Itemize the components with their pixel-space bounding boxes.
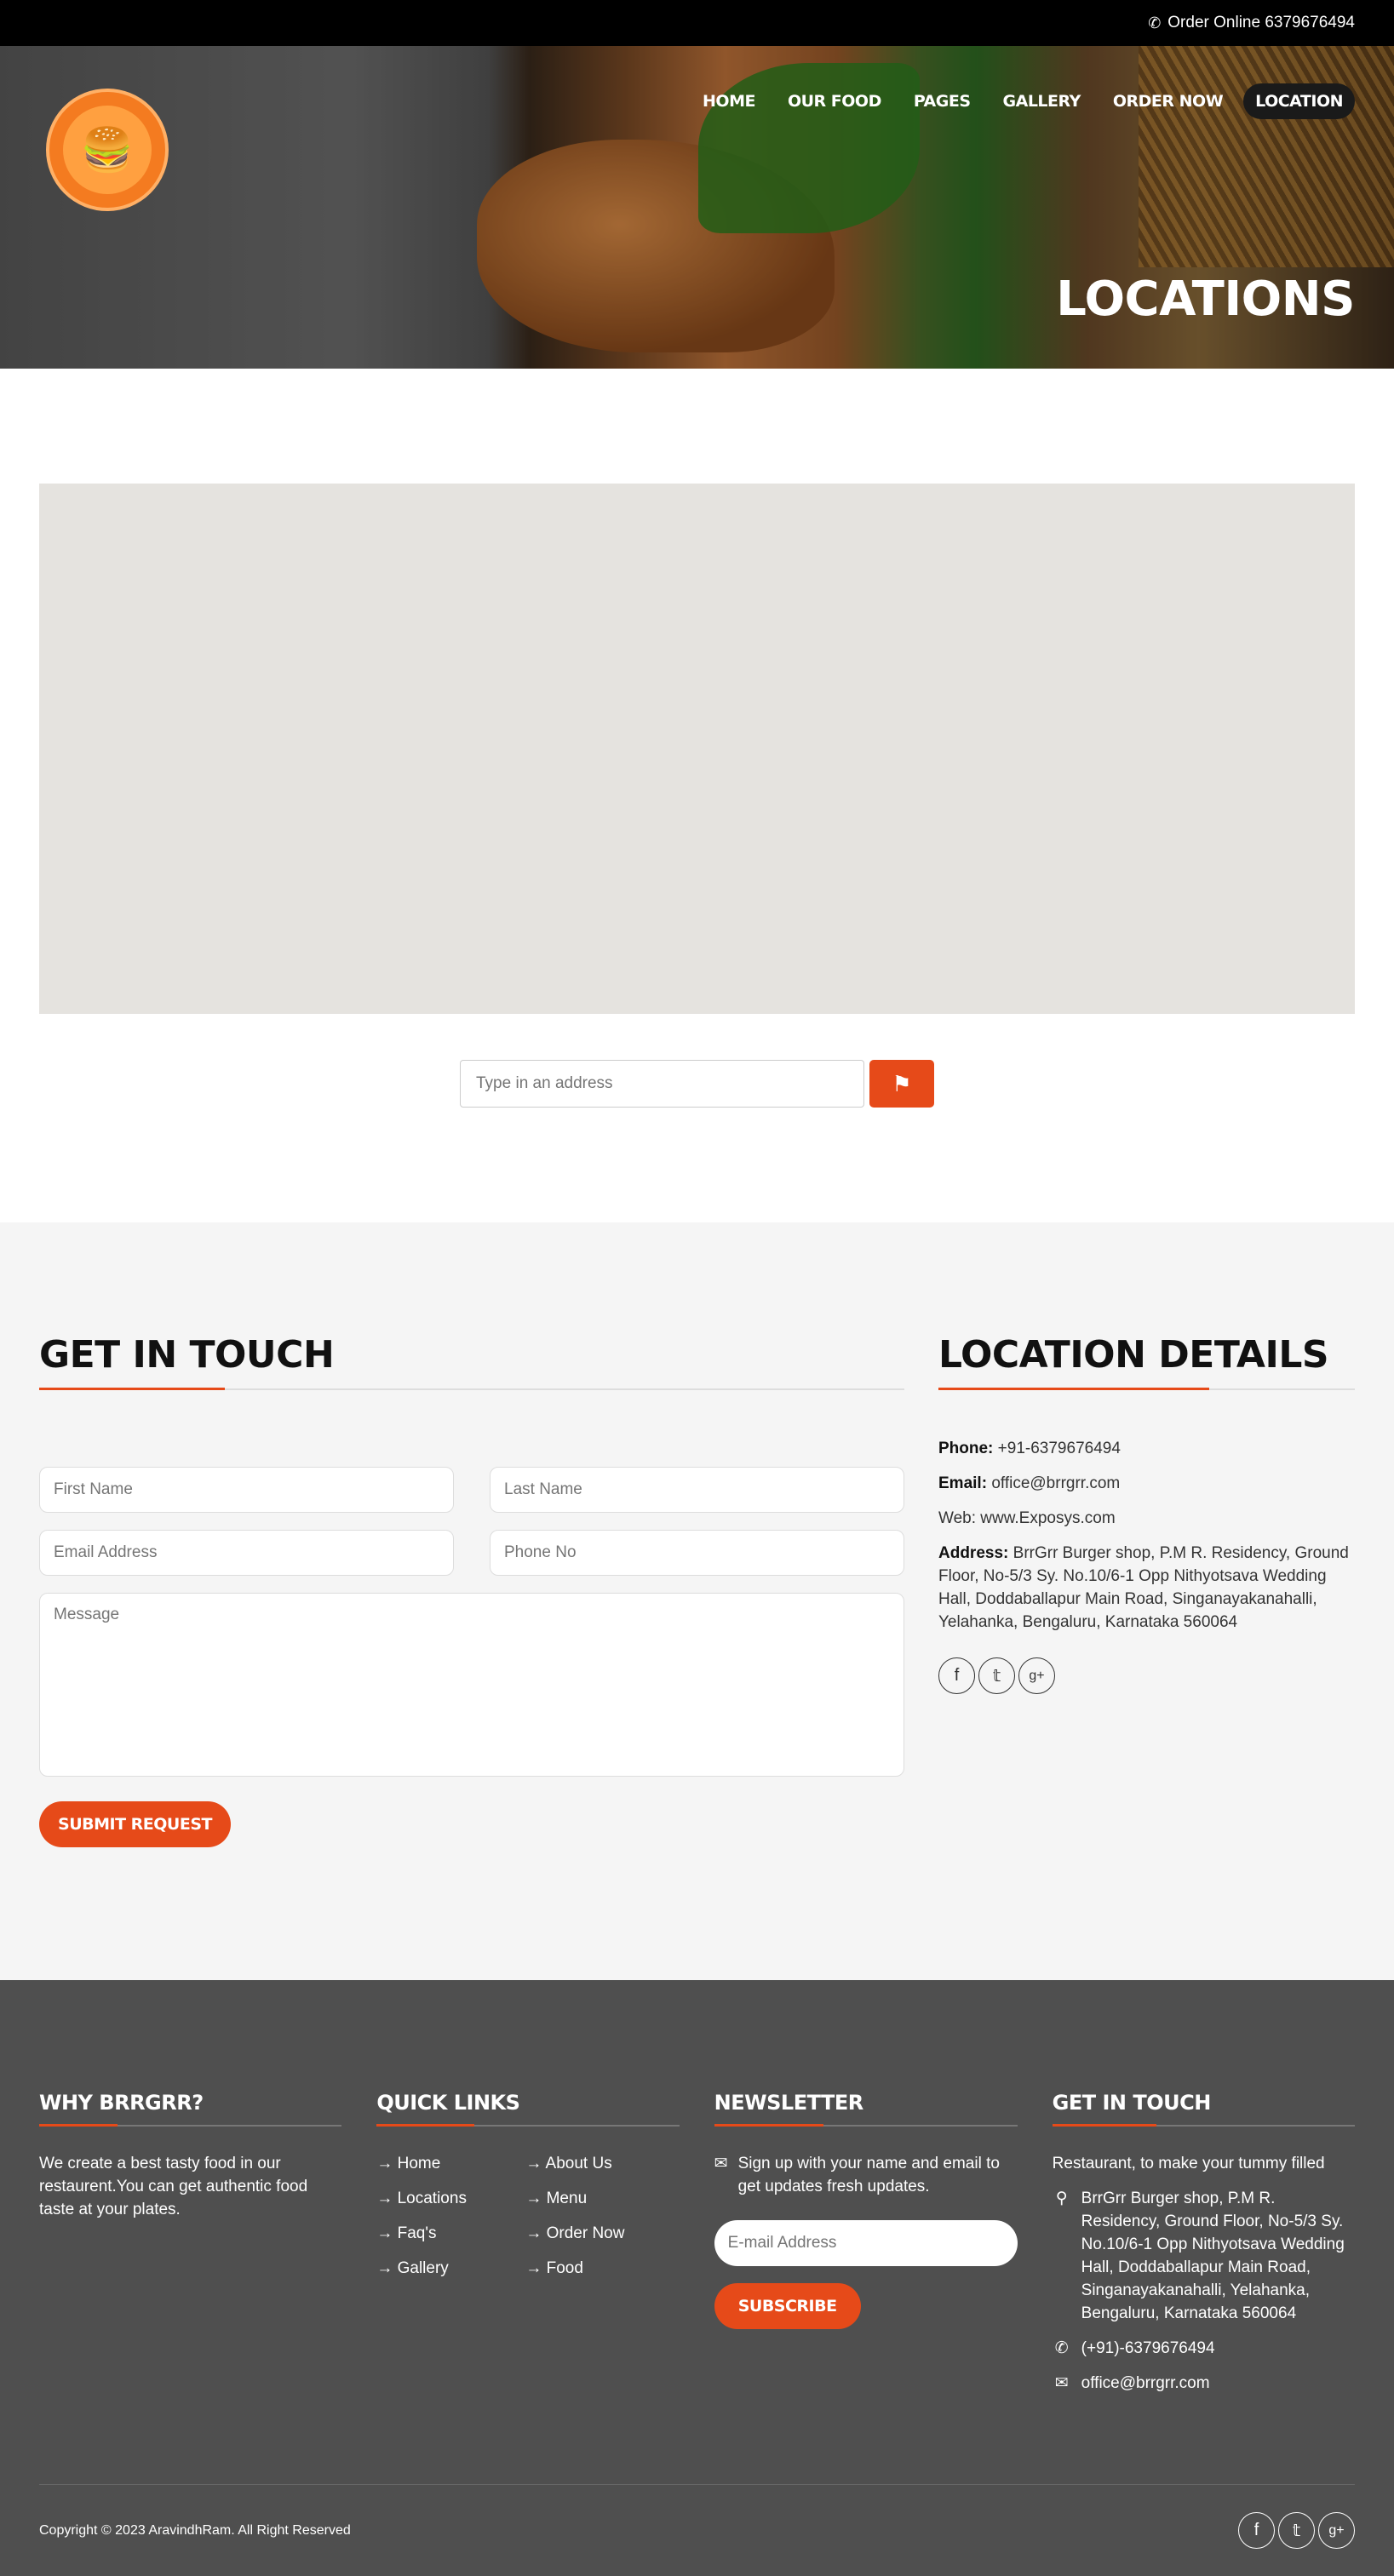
quick-link-home[interactable]: → Home <box>376 2152 525 2175</box>
location-details-column: LOCATION DETAILS Phone: +91-6379676494 E… <box>938 1333 1355 1980</box>
map-canvas[interactable] <box>39 484 1355 1014</box>
site-footer: WHY BRRGRR? We create a best tasty food … <box>0 1980 1394 2576</box>
location-details-title: LOCATION DETAILS <box>938 1333 1329 1377</box>
contact-section: GET IN TOUCH SUBMIT REQUEST LOCATION DET… <box>0 1222 1394 1980</box>
map-section: ⚑ <box>0 369 1394 1108</box>
footer-address-row: ⚲ BrrGrr Burger shop, P.M R. Residency, … <box>1053 2187 1355 2325</box>
top-bar: ✆ Order Online 6379676494 <box>0 0 1394 46</box>
phone-label: Phone: <box>938 1440 994 1457</box>
heading-underline <box>376 2124 475 2127</box>
quick-link-order-now[interactable]: → Order Now <box>525 2222 674 2245</box>
order-online-text[interactable]: Order Online 6379676494 <box>1167 14 1355 32</box>
newsletter-heading: NEWSLETTER <box>714 2091 1018 2127</box>
footer-socials: f 𝕥 g+ <box>1238 2512 1355 2549</box>
detail-web: Web: www.Exposys.com <box>938 1509 1116 1527</box>
google-plus-icon[interactable]: g+ <box>1318 2512 1355 2549</box>
twitter-icon[interactable]: 𝕥 <box>978 1657 1015 1694</box>
email-label: Email: <box>938 1474 988 1492</box>
footer-bottom-bar: Copyright © 2023 AravindhRam. All Right … <box>39 2484 1355 2576</box>
envelope-icon: ✉ <box>1054 2374 1069 2392</box>
quick-link-food[interactable]: → Food <box>525 2257 674 2280</box>
address-label: Address: <box>938 1544 1009 1562</box>
detail-address: Address: BrrGrr Burger shop, P.M R. Resi… <box>938 1542 1355 1634</box>
hero-banner: 🍔 HOME OUR FOOD PAGES GALLERY ORDER NOW … <box>0 46 1394 369</box>
quick-links-title: QUICK LINKS <box>376 2091 520 2115</box>
quick-link-gallery[interactable]: → Gallery <box>376 2257 525 2280</box>
nav-our-food[interactable]: OUR FOOD <box>776 83 893 119</box>
newsletter-text: Sign up with your name and email to get … <box>737 2155 1000 2195</box>
heading-underline <box>1052 2124 1156 2127</box>
footer-get-in-touch: GET IN TOUCH Restaurant, to make your tu… <box>1052 2091 1355 2395</box>
phone-icon: ✆ <box>1054 2339 1069 2357</box>
location-details-heading: LOCATION DETAILS <box>938 1333 1355 1390</box>
get-in-touch-intro: Restaurant, to make your tummy filled <box>1052 2155 1325 2172</box>
address-input[interactable] <box>460 1060 864 1108</box>
burger-mascot-icon: 🍔 <box>63 106 152 194</box>
address-search: ⚑ <box>39 1060 1355 1108</box>
footer-phone[interactable]: (+91)-6379676494 <box>1081 2337 1215 2360</box>
footer-get-in-touch-title: GET IN TOUCH <box>1052 2091 1212 2115</box>
nav-home[interactable]: HOME <box>691 83 767 119</box>
why-text: We create a best tasty food in our resta… <box>39 2155 308 2218</box>
footer-newsletter: NEWSLETTER ✉ Sign up with your name and … <box>714 2091 1018 2395</box>
location-pin-icon: ⚲ <box>1055 2190 1068 2207</box>
nav-pages[interactable]: PAGES <box>902 83 983 119</box>
why-heading: WHY BRRGRR? <box>39 2091 342 2127</box>
footer-get-in-touch-heading: GET IN TOUCH <box>1052 2091 1355 2127</box>
location-details: Phone: +91-6379676494 Email: office@brrg… <box>938 1437 1355 1634</box>
get-in-touch-heading: GET IN TOUCH <box>39 1333 904 1390</box>
quick-link-about-us[interactable]: → About Us <box>525 2152 674 2175</box>
heading-underline <box>714 2124 823 2127</box>
quick-link-faqs[interactable]: → Faq's <box>376 2222 525 2245</box>
location-socials: f 𝕥 g+ <box>938 1657 1355 1694</box>
quick-link-menu[interactable]: → Menu <box>525 2187 674 2210</box>
brand-logo[interactable]: 🍔 <box>46 89 169 211</box>
message-field[interactable] <box>39 1593 904 1777</box>
phone-field[interactable] <box>490 1530 904 1576</box>
quick-link-locations[interactable]: → Locations <box>376 2187 525 2210</box>
phone-icon: ✆ <box>1148 14 1162 31</box>
contact-form-column: GET IN TOUCH SUBMIT REQUEST <box>39 1333 904 1980</box>
page-title: LOCATIONS <box>1056 272 1355 327</box>
subscribe-button[interactable]: SUBSCRIBE <box>714 2283 861 2329</box>
get-in-touch-title: GET IN TOUCH <box>39 1333 335 1377</box>
twitter-icon[interactable]: 𝕥 <box>1278 2512 1315 2549</box>
detail-email: Email: office@brrgrr.com <box>938 1472 1355 1495</box>
last-name-field[interactable] <box>490 1467 904 1513</box>
nav-location[interactable]: LOCATION <box>1243 83 1355 119</box>
footer-email[interactable]: office@brrgrr.com <box>1081 2372 1210 2395</box>
heading-underline <box>39 1388 225 1390</box>
nav-order-now[interactable]: ORDER NOW <box>1101 83 1235 119</box>
phone-value: +91-6379676494 <box>997 1440 1121 1457</box>
why-title: WHY BRRGRR? <box>39 2091 204 2115</box>
nav-gallery[interactable]: GALLERY <box>991 83 1093 119</box>
facebook-icon[interactable]: f <box>938 1657 975 1694</box>
quick-links-heading: QUICK LINKS <box>376 2091 680 2127</box>
google-plus-icon[interactable]: g+ <box>1018 1657 1055 1694</box>
map-icon: ⚑ <box>892 1070 912 1096</box>
contact-form: SUBMIT REQUEST <box>39 1467 904 1847</box>
email-field[interactable] <box>39 1530 454 1576</box>
newsletter-info: ✉ Sign up with your name and email to ge… <box>714 2152 1018 2198</box>
submit-request-button[interactable]: SUBMIT REQUEST <box>39 1801 231 1847</box>
quick-links-list: → Home → About Us → Locations → Menu → F… <box>376 2152 679 2280</box>
newsletter-email-input[interactable] <box>714 2220 1018 2266</box>
copyright-text: Copyright © 2023 AravindhRam. All Right … <box>39 2522 351 2538</box>
footer-email-row: ✉ office@brrgrr.com <box>1053 2372 1355 2395</box>
newsletter-title: NEWSLETTER <box>714 2091 864 2115</box>
email-value: office@brrgrr.com <box>991 1474 1121 1492</box>
footer-phone-row: ✆ (+91)-6379676494 <box>1053 2337 1355 2360</box>
heading-underline <box>938 1388 1209 1390</box>
map-search-button[interactable]: ⚑ <box>869 1060 934 1108</box>
facebook-icon[interactable]: f <box>1238 2512 1275 2549</box>
footer-why: WHY BRRGRR? We create a best tasty food … <box>39 2091 342 2395</box>
footer-address: BrrGrr Burger shop, P.M R. Residency, Gr… <box>1081 2190 1345 2322</box>
detail-phone: Phone: +91-6379676494 <box>938 1437 1355 1460</box>
heading-underline <box>39 2124 118 2127</box>
main-nav: HOME OUR FOOD PAGES GALLERY ORDER NOW LO… <box>691 83 1355 119</box>
footer-quick-links: QUICK LINKS → Home → About Us → Location… <box>376 2091 680 2395</box>
envelope-icon: ✉ <box>714 2155 728 2172</box>
first-name-field[interactable] <box>39 1467 454 1513</box>
